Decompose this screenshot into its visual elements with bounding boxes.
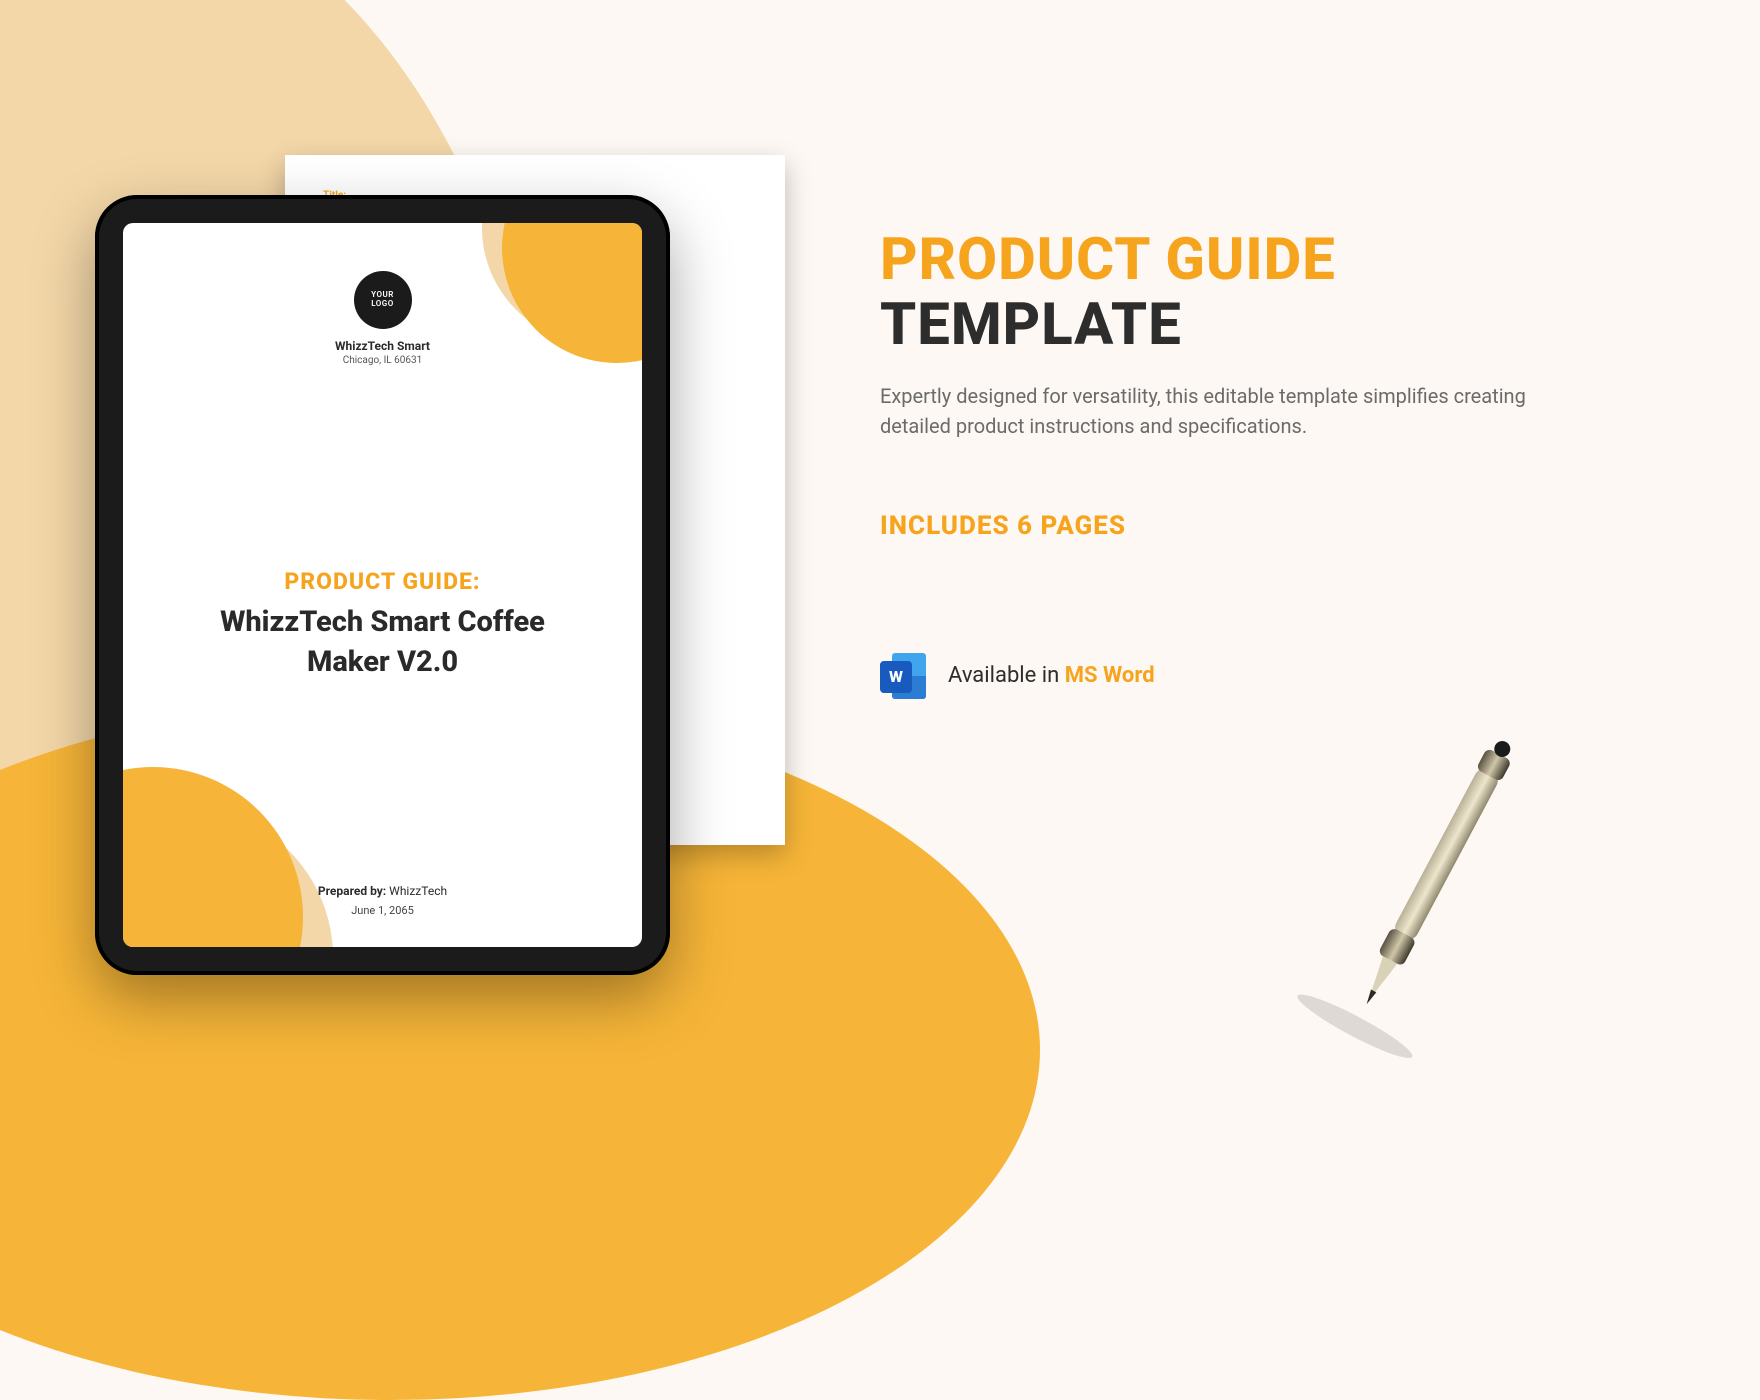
available-format: MS Word xyxy=(1065,663,1155,688)
company-name: WhizzTech Smart xyxy=(335,339,430,353)
info-panel: PRODUCT GUIDE TEMPLATE Expertly designed… xyxy=(880,230,1620,701)
available-in-text: Available in MS Word xyxy=(948,663,1155,688)
cover-kicker: PRODUCT GUIDE: xyxy=(193,568,573,595)
logo-placeholder-icon: YOUR LOGO xyxy=(354,271,412,329)
pen-illustration xyxy=(1230,685,1630,1085)
logo-text-bottom: LOGO xyxy=(371,300,394,309)
cover-date: June 1, 2065 xyxy=(318,904,447,917)
ms-word-icon: W xyxy=(880,651,930,701)
tablet-screen: YOUR LOGO WhizzTech Smart Chicago, IL 60… xyxy=(123,223,642,947)
company-address: Chicago, IL 60631 xyxy=(343,355,423,366)
cover-content: YOUR LOGO WhizzTech Smart Chicago, IL 60… xyxy=(123,223,642,947)
headline-main: PRODUCT GUIDE xyxy=(880,230,1620,291)
prepared-by-line: Prepared by: WhizzTech xyxy=(318,884,447,898)
includes-badge: INCLUDES 6 PAGES xyxy=(880,511,1620,541)
prepared-by-value: WhizzTech xyxy=(389,884,447,898)
ms-word-icon-letter: W xyxy=(880,661,912,693)
headline-sub: TEMPLATE xyxy=(880,291,1620,359)
available-prefix: Available in xyxy=(948,663,1065,688)
available-formats-row: W Available in MS Word xyxy=(880,651,1620,701)
tablet-device-frame: YOUR LOGO WhizzTech Smart Chicago, IL 60… xyxy=(95,195,670,975)
description-text: Expertly designed for versatility, this … xyxy=(880,381,1590,441)
cover-title: WhizzTech Smart Coffee Maker V2.0 xyxy=(193,603,573,681)
prepared-by-label: Prepared by: xyxy=(318,884,386,898)
